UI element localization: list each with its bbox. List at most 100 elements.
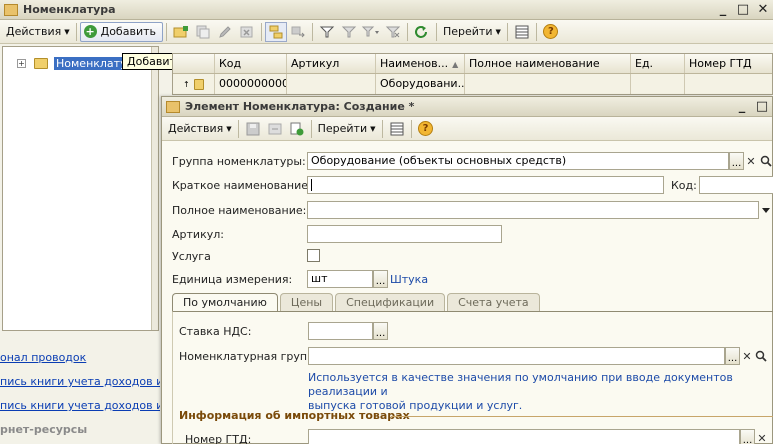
- vat-select-button[interactable]: ...: [373, 322, 388, 340]
- toolbar-separator: [406, 22, 408, 41]
- hierarchy-view-icon[interactable]: [264, 21, 287, 42]
- actions-menu-label: Действия: [6, 25, 62, 38]
- dialog-actions-label: Действия: [168, 122, 224, 135]
- toolbar-separator: [237, 119, 239, 138]
- short-name-field[interactable]: [307, 176, 664, 194]
- vat-field[interactable]: [308, 322, 373, 340]
- items-grid[interactable]: Код Артикул Наименов... ▲ Полное наименов…: [172, 53, 773, 95]
- expand-icon[interactable]: +: [17, 59, 26, 68]
- row-marker: ↑: [173, 74, 215, 94]
- tab-accounts[interactable]: Счета учета: [447, 293, 540, 312]
- form-settings-icon[interactable]: [386, 119, 408, 139]
- unit-select-button[interactable]: ...: [373, 270, 388, 288]
- dialog-window-icon: [166, 100, 180, 113]
- column-header-full-name[interactable]: Полное наименование: [465, 54, 631, 73]
- dialog-goto-menu-button[interactable]: Перейти ▼: [315, 119, 379, 139]
- refresh-icon[interactable]: [411, 22, 433, 42]
- full-name-dropdown-icon[interactable]: [759, 201, 773, 219]
- service-checkbox[interactable]: [307, 249, 320, 262]
- code-label: Код:: [671, 179, 697, 192]
- cell-full-name: [465, 74, 631, 94]
- tree-scrollbar[interactable]: [151, 47, 158, 330]
- toolbar-separator: [260, 22, 262, 41]
- unit-full-name-link[interactable]: Штука: [390, 273, 428, 286]
- cell-code: 00000000004: [215, 74, 287, 94]
- tab-specifications[interactable]: Спецификации: [335, 293, 446, 312]
- filter-history-icon[interactable]: [360, 22, 382, 42]
- grid-header-spacer: [173, 54, 215, 73]
- add-button[interactable]: + Добавить: [79, 21, 163, 42]
- tab-default[interactable]: По умолчанию: [172, 293, 278, 312]
- copy-new-icon[interactable]: [286, 119, 308, 139]
- link-journal[interactable]: онал проводок: [0, 340, 160, 364]
- nom-group-select-button[interactable]: ...: [725, 347, 740, 365]
- dialog-help-button[interactable]: ?: [415, 119, 437, 139]
- list-window-titlebar[interactable]: Номенклатура _ □ ✕: [0, 0, 773, 20]
- actions-menu-button[interactable]: Действия ▼: [3, 22, 73, 42]
- link-income-book-2[interactable]: пись книги учета доходов и расх: [0, 388, 160, 412]
- table-row[interactable]: ↑ 00000000004 Оборудовани...: [173, 74, 772, 94]
- gtd-label: Номер ГТД:: [185, 433, 252, 444]
- save-icon[interactable]: [242, 119, 264, 139]
- group-search-icon[interactable]: [759, 152, 773, 170]
- dialog-titlebar[interactable]: Элемент Номенклатура: Создание * _ □: [162, 97, 772, 117]
- dialog-actions-menu-button[interactable]: Действия ▼: [165, 119, 235, 139]
- toolbar-separator: [535, 22, 537, 41]
- minimize-icon[interactable]: _: [713, 1, 733, 19]
- copy-icon[interactable]: [192, 22, 214, 42]
- edit-pencil-icon[interactable]: [214, 22, 236, 42]
- help-icon: ?: [543, 24, 559, 39]
- close-icon[interactable]: ✕: [753, 1, 773, 19]
- reread-icon[interactable]: [264, 119, 286, 139]
- delete-icon[interactable]: [236, 22, 258, 42]
- maximize-icon[interactable]: □: [733, 1, 753, 19]
- cell-gtd: [685, 74, 757, 94]
- chevron-down-icon: ▼: [64, 27, 70, 36]
- cell-unit: [631, 74, 685, 94]
- column-header-name[interactable]: Наименов... ▲: [376, 54, 465, 73]
- dialog-title: Элемент Номенклатура: Создание *: [185, 100, 415, 113]
- article-field[interactable]: [307, 225, 502, 243]
- gtd-select-button[interactable]: ...: [740, 429, 755, 444]
- filter-settings-icon[interactable]: [316, 22, 338, 42]
- related-links-panel: онал проводок пись книги учета доходов и…: [0, 340, 160, 436]
- nom-group-search-icon[interactable]: [754, 347, 768, 365]
- add-circle-icon: +: [83, 25, 97, 38]
- gtd-field[interactable]: [308, 429, 740, 444]
- goto-menu-button[interactable]: Перейти ▼: [440, 22, 504, 42]
- toolbar-separator: [435, 22, 437, 41]
- column-header-article[interactable]: Артикул: [287, 54, 376, 73]
- group-clear-icon[interactable]: ✕: [744, 152, 758, 170]
- unit-field[interactable]: шт: [307, 270, 373, 288]
- group-select-button[interactable]: ...: [729, 152, 744, 170]
- groups-tree[interactable]: + Номенклатура: [2, 46, 159, 331]
- add-group-icon[interactable]: [170, 22, 192, 42]
- clear-filter-icon[interactable]: [382, 22, 404, 42]
- column-header-gtd[interactable]: Номер ГТД: [685, 54, 757, 73]
- column-header-code[interactable]: Код: [215, 54, 287, 73]
- tab-prices[interactable]: Цены: [279, 293, 334, 312]
- link-income-book-1[interactable]: пись книги учета доходов и расх: [0, 364, 160, 388]
- full-name-field[interactable]: [307, 201, 759, 219]
- toolbar-separator: [506, 22, 508, 41]
- up-arrow-icon: ↑: [183, 79, 190, 89]
- nom-group-field[interactable]: [308, 347, 725, 365]
- toolbar-separator: [410, 119, 412, 138]
- nom-group-label: Номенклатурная группа:: [179, 350, 325, 363]
- code-field[interactable]: [699, 176, 773, 194]
- link-internet-resources[interactable]: рнет-ресурсы: [0, 412, 160, 436]
- help-button[interactable]: ?: [540, 22, 562, 42]
- dialog-maximize-icon[interactable]: □: [752, 98, 772, 116]
- dialog-minimize-icon[interactable]: _: [732, 98, 752, 116]
- list-settings-icon[interactable]: [511, 22, 533, 42]
- import-section-title: Информация об импортных товарах: [179, 409, 410, 422]
- text-cursor: [311, 179, 312, 191]
- group-field[interactable]: Оборудование (объекты основных средств): [307, 152, 729, 170]
- column-header-unit[interactable]: Ед.: [631, 54, 685, 73]
- nom-group-clear-icon[interactable]: ✕: [740, 347, 754, 365]
- move-to-group-icon[interactable]: [287, 22, 309, 42]
- gtd-clear-icon[interactable]: ✕: [755, 429, 769, 444]
- filter-by-value-icon[interactable]: [338, 22, 360, 42]
- add-button-label: Добавить: [100, 25, 156, 38]
- tab-default-panel: Ставка НДС: ... Номенклатурная группа: .…: [172, 311, 773, 444]
